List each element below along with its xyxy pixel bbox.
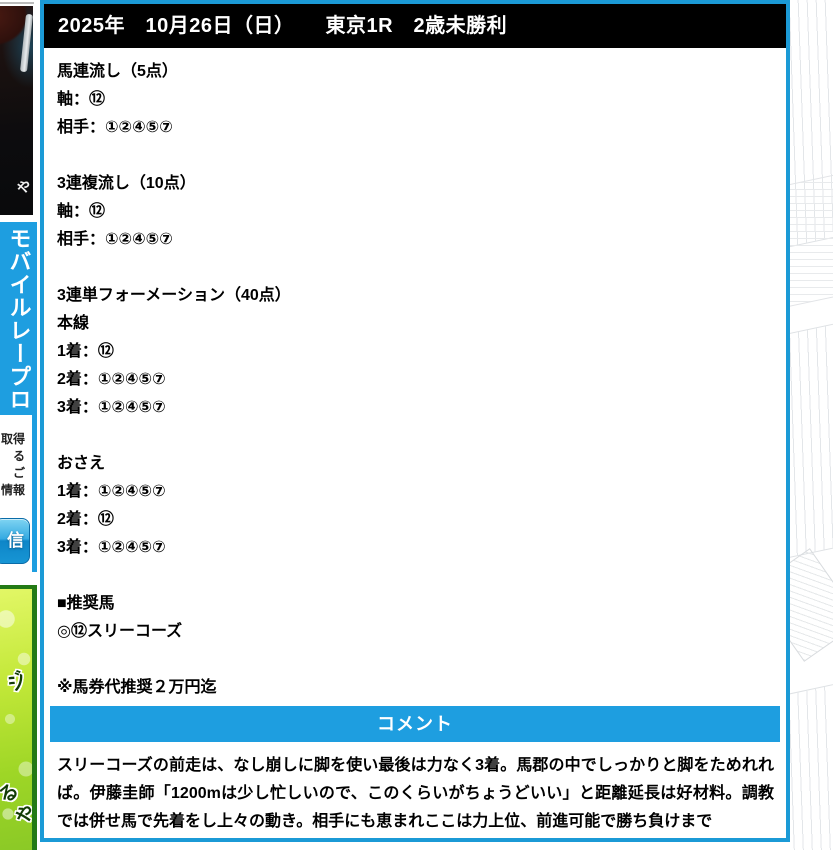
bet-pos2: 2着：⑫ [57,511,114,528]
newspaper-background [790,0,833,850]
send-button[interactable]: 信 [0,518,30,564]
comment-paragraph: スリーコーズの前走は、なし崩しに脚を使い最後は力なく3着。馬郡の中でしっかりと脚… [57,757,774,830]
sidebar-photo-ad[interactable]: や [0,6,33,215]
race-header: 2025年 10月26日（日） 東京1R 2歳未勝利 [44,4,786,48]
bet-axis: 軸：⑫ [57,91,106,108]
recommended-horse: ◎⑫スリーコーズ [57,623,183,640]
info-box-text: 取得 る ご 情報 [1,431,25,499]
info-fragment: 取得 [0,432,25,446]
newspaper-stamp-box [790,548,833,662]
bet-pos3: 3着：①②④⑤⑦ [57,399,166,416]
sidebar-banner-mobile-race-pro[interactable]: モバイルレープロ [0,222,37,415]
race-tips-panel: 2025年 10月26日（日） 東京1R 2歳未勝利 馬連流し（5点） 軸：⑫ … [40,0,790,842]
bet-partners: 相手：①②④⑤⑦ [57,231,173,248]
photo-overlay-text: や [14,176,33,198]
sidebar-info-box: 取得 る ご 情報 信 [0,415,37,572]
recommended-horse-title: ■推奨馬 [57,595,115,612]
bet-axis: 軸：⑫ [57,203,106,220]
bet-pos2: 2着：①②④⑤⑦ [57,371,166,388]
bet-type-title: 3連複流し（10点） [57,175,196,192]
newspaper-column-lines [790,680,833,850]
newspaper-table-lines [790,169,833,311]
bet-pos1: 1着：①②④⑤⑦ [57,483,166,500]
budget-note: ※馬券代推奨２万円迄 [57,679,217,696]
bet-partners: 相手：①②④⑤⑦ [57,119,173,136]
bet-type-title: 3連単フォーメーション（40点） [57,287,291,304]
green-banner-text: るや [0,779,37,830]
newspaper-column-lines [790,322,833,558]
green-banner-text: ジ [3,667,32,697]
bet-type-title: 馬連流し（5点） [57,63,178,80]
info-fragment: 情報 [0,483,25,497]
bet-subtitle: 本線 [57,315,90,332]
bet-pos3: 3着：①②④⑤⑦ [57,539,166,556]
mobile-banner-label: モバイルレープロ [6,226,32,411]
race-title: 2025年 10月26日（日） 東京1R 2歳未勝利 [58,15,508,37]
bet-pos1: 1着：⑫ [57,343,114,360]
phone-icon [19,13,33,73]
sidebar-banner-green-ad[interactable]: ジ るや [0,585,37,850]
info-fragment: る [12,449,25,463]
info-fragment: ご [12,466,25,480]
comment-section-header: コメント [50,706,780,742]
bet-subtitle: おさえ [57,455,106,472]
comment-bar-label: コメント [377,714,453,734]
sidebar-box-edge [0,0,34,4]
tips-body: 馬連流し（5点） 軸：⑫ 相手：①②④⑤⑦ 3連複流し（10点） 軸：⑫ 相手：… [44,48,786,702]
